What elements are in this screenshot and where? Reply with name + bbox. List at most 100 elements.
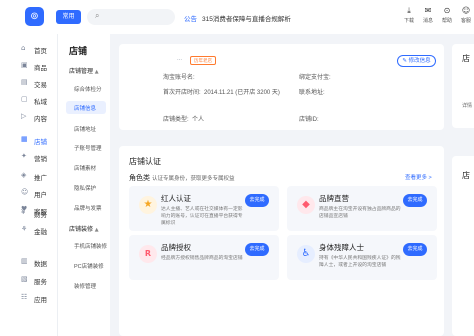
download-icon: ⤓ xyxy=(407,6,411,15)
finance-icon: ¥ xyxy=(21,208,26,216)
diamond-icon: ◆ xyxy=(297,196,315,214)
subnav-item[interactable]: PC店铺装修 xyxy=(74,262,104,270)
nav-item-data[interactable]: ▥ 数据 xyxy=(0,255,57,269)
shop-type-value: 个人 xyxy=(192,117,205,123)
marketing-icon: ✦ xyxy=(21,152,27,160)
nav-item-promo[interactable]: ◈ 推广 xyxy=(0,169,57,183)
nav-label: 应用 xyxy=(34,297,47,304)
subnav-group-label: 店铺装修 xyxy=(69,227,94,233)
content-icon: ▷ xyxy=(21,112,27,120)
nav-label: 用户 xyxy=(34,192,47,199)
apps-icon: ☷ xyxy=(21,293,28,301)
nav-label: 首页 xyxy=(34,48,47,55)
cert-title: 身体残障人士 xyxy=(319,243,364,252)
cert-title: 品牌直营 xyxy=(319,194,349,203)
top-bar: ⊚ 常用 ⌕ 公告 315消费者保障与直播合规解析 ⤓ 下载 ✉ 消息 ⊙ 帮助… xyxy=(0,0,474,34)
help-button[interactable]: ⊙ 帮助 xyxy=(437,6,457,24)
subnav-item[interactable]: 子账号管理 xyxy=(74,144,102,152)
nav-label: 财务 xyxy=(34,212,47,219)
subnav-item-active[interactable]: 店铺信息 xyxy=(66,101,106,114)
message-label: 消息 xyxy=(422,18,433,24)
service-button[interactable]: ☺ 客服 xyxy=(456,6,474,24)
nav-item-credit[interactable]: ⚘ 金融 xyxy=(0,223,57,237)
tab-common[interactable]: 常用 xyxy=(56,10,81,24)
nav-label: 金融 xyxy=(34,229,47,236)
contact-label: 联系地址: xyxy=(299,90,325,96)
search-icon: ⌕ xyxy=(95,11,100,20)
download-button[interactable]: ⤓ 下载 xyxy=(399,6,419,24)
nav-label: 推广 xyxy=(34,175,47,182)
nav-item-goods[interactable]: ▣ 商品 xyxy=(0,59,57,73)
chevron-up-icon: ▲ xyxy=(94,69,99,75)
subnav-title: 店铺 xyxy=(69,46,88,56)
shop-name-masked: ... xyxy=(177,56,183,62)
right-card-link[interactable]: 详情 xyxy=(462,102,472,109)
chat-icon: ▢ xyxy=(21,95,28,103)
cert-card-disability[interactable]: ♿ 身体残障人士 持有《中华人民共和国残疾人证》的残障人士，或者上开设的淘宝店铺… xyxy=(287,235,437,280)
sub-sidebar: 店铺 店铺管理 ▲ 综合体检分 店铺信息 店铺地址 子账号管理 店铺素材 隐私保… xyxy=(57,34,110,336)
alipay-label: 绑定支付宝: xyxy=(299,75,331,81)
cert-description: 持有《中华人民共和国残疾人证》的残障人士，或者上开设的淘宝店铺 xyxy=(319,256,401,268)
notice-link[interactable]: 315消费者保障与直播合规解析 xyxy=(202,13,291,23)
edit-info-button[interactable]: ✎ 修改信息 xyxy=(397,55,436,67)
shop-type-label: 店铺类型: xyxy=(163,117,189,123)
subnav-item[interactable]: 隐私保护 xyxy=(74,184,96,192)
account-label: 淘宝账号名: xyxy=(163,75,195,81)
cert-complete-button[interactable]: 去完成 xyxy=(403,194,427,207)
message-icon: ✉ xyxy=(424,6,432,15)
promo-icon: ◈ xyxy=(21,171,27,179)
star-icon: ★ xyxy=(139,196,157,214)
nav-label: 数据 xyxy=(34,261,47,268)
nav-label: 店铺 xyxy=(34,139,47,146)
subnav-item[interactable]: 装修管理 xyxy=(74,282,96,290)
cert-complete-button[interactable]: 去完成 xyxy=(245,243,269,256)
app-logo-icon[interactable]: ⊚ xyxy=(25,7,44,26)
subnav-item[interactable]: 品牌与发票 xyxy=(74,204,102,212)
user-icon: ☺ xyxy=(461,6,471,15)
right-card2-title: 店 xyxy=(462,171,470,180)
help-label: 帮助 xyxy=(441,18,452,24)
subnav-item[interactable]: 综合体检分 xyxy=(74,85,102,93)
subnav-group-label: 店铺管理 xyxy=(69,69,94,75)
subnav-group-store-manage[interactable]: 店铺管理 ▲ xyxy=(69,66,99,75)
cert-title: 红人认证 xyxy=(161,194,191,203)
search-input[interactable]: ⌕ xyxy=(87,9,175,25)
cert-complete-button[interactable]: 去完成 xyxy=(403,243,427,256)
nav-item-finance[interactable]: ¥ 财务 xyxy=(0,206,57,220)
subnav-group-decorate[interactable]: 店铺装修 ▲ xyxy=(69,224,99,233)
nav-item-content[interactable]: ▷ 内容 xyxy=(0,110,57,124)
cert-card-brand-authorized[interactable]: R 品牌授权 经品牌方授权销售品牌商品的淘宝店铺 去完成 xyxy=(129,235,279,280)
role-category-label: 角色类 xyxy=(129,175,150,182)
nav-item-services[interactable]: ▧ 服务 xyxy=(0,273,57,287)
nav-label: 服务 xyxy=(34,279,47,286)
cert-complete-button[interactable]: 去完成 xyxy=(245,194,269,207)
subnav-item[interactable]: 店铺素材 xyxy=(74,164,96,172)
nav-item-apps[interactable]: ☷ 应用 xyxy=(0,291,57,305)
nav-label: 交易 xyxy=(34,82,47,89)
cert-card-brand-direct[interactable]: ◆ 品牌直营 商品牌主在淘宝开设有独占品牌商品的店铺品宣店铺 去完成 xyxy=(287,186,437,231)
message-button[interactable]: ✉ 消息 xyxy=(418,6,438,24)
view-more-link[interactable]: 查看更多 > xyxy=(405,173,432,181)
nav-item-private[interactable]: ▢ 私域 xyxy=(0,93,57,107)
store-icon: ▦ xyxy=(21,135,28,143)
subnav-item[interactable]: 店铺地址 xyxy=(74,125,96,133)
main-sidebar: ⌂ 首页 ▣ 商品 ▤ 交易 ▢ 私域 ▷ 内容 ▦ 店铺 ✦ 营销 ◈ 推广 ☺ 用户 ♥ 客服 … xyxy=(0,34,57,336)
cert-title: 品牌授权 xyxy=(161,243,191,252)
nav-label: 私域 xyxy=(34,99,47,106)
pencil-icon: ✎ xyxy=(402,58,408,64)
service-label: 客服 xyxy=(460,18,471,24)
subnav-item[interactable]: 手机店铺装修 xyxy=(74,242,107,250)
cert-card-influencer[interactable]: ★ 红人认证 达人主播、艺人或在社交媒体有一定影响力的账号，认证可在直播平台获得… xyxy=(129,186,279,231)
accessible-icon: ♿ xyxy=(297,245,315,263)
nav-item-store[interactable]: ▦ 店铺 xyxy=(0,133,57,147)
goods-icon: ▣ xyxy=(21,61,28,69)
cert-description: 商品牌主在淘宝开设有独占品牌商品的店铺品宣店铺 xyxy=(319,207,401,219)
nav-item-trade[interactable]: ▤ 交易 xyxy=(0,76,57,90)
data-icon: ▥ xyxy=(21,257,28,265)
nav-item-user[interactable]: ☺ 用户 xyxy=(0,186,57,200)
open-date-value: 2014.11.21 (已开店 3200 天) xyxy=(204,90,280,96)
nav-item-home[interactable]: ⌂ 首页 xyxy=(0,42,57,56)
nav-item-marketing[interactable]: ✦ 营销 xyxy=(0,150,57,164)
user-icon: ☺ xyxy=(21,188,29,196)
right-card-title: 店 xyxy=(462,54,470,63)
